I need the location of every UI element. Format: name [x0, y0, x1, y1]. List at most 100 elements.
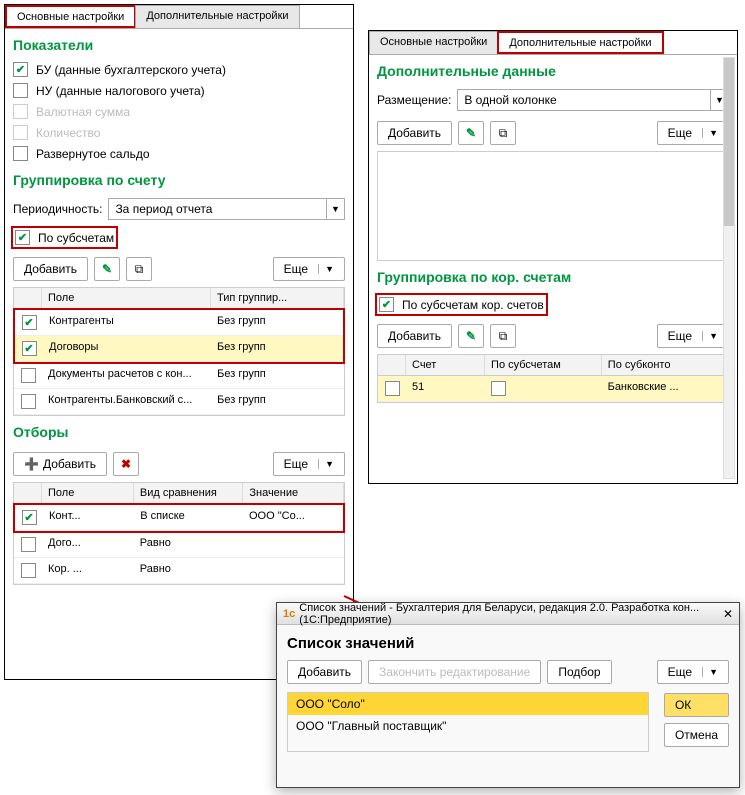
tab-main-settings[interactable]: Основные настройки: [5, 5, 136, 28]
grouping-toolbar: Добавить ✎ ⧉ Еще▼: [5, 251, 353, 287]
filters-title: Отборы: [13, 424, 353, 440]
indicator-saldo-label: Развернутое сальдо: [36, 147, 150, 161]
filter-row-highlight: Конт... В списке ООО "Со...: [13, 503, 345, 533]
filters-toolbar: ➕ Добавить ✖ Еще▼: [5, 446, 353, 482]
delete-icon[interactable]: ✖: [113, 452, 139, 476]
dialog-add-button[interactable]: Добавить: [287, 660, 362, 684]
tab-extra-settings-right[interactable]: Дополнительные настройки: [497, 31, 663, 54]
chevron-down-icon: ▼: [702, 667, 718, 677]
filters-table-header: Поле Вид сравнения Значение: [14, 483, 344, 504]
chevron-down-icon: ▼: [318, 459, 334, 469]
chevron-down-icon: ▼: [702, 331, 718, 341]
scrollbar[interactable]: [723, 57, 735, 479]
indicators-title: Показатели: [13, 37, 353, 53]
kor-col-subk: По субконто: [602, 355, 728, 375]
list-item[interactable]: ООО "Главный поставщик": [288, 715, 648, 737]
close-icon[interactable]: ✕: [723, 607, 733, 621]
copy-icon[interactable]: ⧉: [490, 121, 516, 145]
indicator-saldo-row[interactable]: Развернутое сальдо: [5, 143, 353, 164]
kor-add-button[interactable]: Добавить: [377, 324, 452, 348]
table-row[interactable]: 51 Банковские ...: [378, 376, 728, 402]
chevron-down-icon[interactable]: ▼: [326, 199, 344, 219]
edit-icon[interactable]: ✎: [458, 324, 484, 348]
dialog-more-button[interactable]: Еще▼: [657, 660, 729, 684]
tab-extra-settings[interactable]: Дополнительные настройки: [135, 5, 299, 28]
indicator-bu-row[interactable]: БУ (данные бухгалтерского учета): [5, 59, 353, 80]
period-label: Периодичность:: [13, 202, 102, 216]
dialog-pick-button[interactable]: Подбор: [547, 660, 611, 684]
indicator-saldo-checkbox[interactable]: [13, 146, 28, 161]
table-row[interactable]: Конт... В списке ООО "Со...: [15, 505, 343, 531]
row-checkbox[interactable]: [22, 510, 37, 525]
by-subaccounts-checkbox[interactable]: [15, 230, 30, 245]
row-checkbox[interactable]: [21, 563, 36, 578]
table-row[interactable]: Дого... Равно: [14, 532, 344, 558]
grouping-add-button[interactable]: Добавить: [13, 257, 88, 281]
filters-table: Поле Вид сравнения Значение Конт... В сп…: [13, 482, 345, 585]
indicator-val-checkbox: [13, 104, 28, 119]
main-settings-panel: Основные настройки Дополнительные настро…: [4, 4, 354, 680]
edit-icon[interactable]: ✎: [458, 121, 484, 145]
row-checkbox[interactable]: [21, 394, 36, 409]
indicator-bu-label: БУ (данные бухгалтерского учета): [36, 63, 226, 77]
kor-more-button[interactable]: Еще▼: [657, 324, 729, 348]
indicator-val-row: Валютная сумма: [5, 101, 353, 122]
copy-icon[interactable]: ⧉: [126, 257, 152, 281]
kor-sub-checkbox[interactable]: [491, 381, 506, 396]
table-row[interactable]: Контрагенты.Банковский с... Без групп: [14, 389, 344, 415]
grouping-table: Поле Тип группир... Контрагенты Без груп…: [13, 287, 345, 416]
kor-by-sub-checkbox[interactable]: [379, 297, 394, 312]
row-checkbox[interactable]: [22, 341, 37, 356]
cancel-button[interactable]: Отмена: [664, 723, 729, 747]
indicator-qty-checkbox: [13, 125, 28, 140]
indicator-nu-checkbox[interactable]: [13, 83, 28, 98]
tab-main-settings-right[interactable]: Основные настройки: [369, 31, 498, 54]
table-row[interactable]: Кор. ... Равно: [14, 558, 344, 584]
row-checkbox[interactable]: [385, 381, 400, 396]
dialog-title-text: Список значений - Бухгалтерия для Белару…: [299, 602, 723, 626]
period-row: Периодичность: За период отчета ▼: [5, 194, 353, 224]
dialog-body: Список значений Добавить Закончить редак…: [277, 625, 739, 760]
edit-icon[interactable]: ✎: [94, 257, 120, 281]
extra-add-button[interactable]: Добавить: [377, 121, 452, 145]
indicator-nu-row[interactable]: НУ (данные налогового учета): [5, 80, 353, 101]
chevron-down-icon: ▼: [702, 128, 718, 138]
filters-more-button[interactable]: Еще▼: [273, 452, 345, 476]
kor-title: Группировка по кор. счетам: [377, 269, 737, 285]
kor-by-sub-highlight: По субсчетам кор. счетов: [375, 293, 548, 316]
kor-table-header: Счет По субсчетам По субконто: [378, 355, 728, 376]
table-row[interactable]: Контрагенты Без групп: [15, 310, 343, 336]
kor-col-sub: По субсчетам: [485, 355, 602, 375]
placement-select[interactable]: В одной колонке ▼: [457, 89, 729, 111]
filters-add-button[interactable]: ➕ Добавить: [13, 452, 107, 476]
grouping-more-button[interactable]: Еще▼: [273, 257, 345, 281]
filters-col-val: Значение: [243, 483, 344, 503]
period-value: За период отчета: [115, 202, 212, 216]
kor-toolbar: Добавить ✎ ⧉ Еще▼: [369, 318, 737, 354]
dialog-toolbar: Добавить Закончить редактирование Подбор…: [287, 660, 729, 684]
copy-icon[interactable]: ⧉: [490, 324, 516, 348]
extra-toolbar: Добавить ✎ ⧉ Еще▼: [369, 115, 737, 151]
left-tabs: Основные настройки Дополнительные настро…: [5, 5, 353, 29]
table-row[interactable]: Договоры Без групп: [15, 336, 343, 362]
chevron-down-icon: ▼: [318, 264, 334, 274]
extra-more-button[interactable]: Еще▼: [657, 121, 729, 145]
indicator-val-label: Валютная сумма: [36, 105, 130, 119]
ok-button[interactable]: ОК: [664, 693, 729, 717]
value-list[interactable]: ООО "Соло" ООО "Главный поставщик": [287, 692, 649, 752]
extra-data-list[interactable]: [377, 151, 729, 261]
list-item[interactable]: ООО "Соло": [288, 693, 648, 715]
grouping-rows-highlight: Контрагенты Без групп Договоры Без групп: [13, 308, 345, 364]
dialog-titlebar[interactable]: 1с Список значений - Бухгалтерия для Бел…: [277, 603, 739, 625]
row-checkbox[interactable]: [22, 315, 37, 330]
placement-label: Размещение:: [377, 93, 451, 107]
row-checkbox[interactable]: [21, 537, 36, 552]
table-row[interactable]: Документы расчетов с кон... Без групп: [14, 363, 344, 389]
placement-value: В одной колонке: [464, 93, 556, 107]
indicator-bu-checkbox[interactable]: [13, 62, 28, 77]
scrollbar-thumb[interactable]: [724, 58, 734, 226]
period-select[interactable]: За период отчета ▼: [108, 198, 345, 220]
value-list-dialog: 1с Список значений - Бухгалтерия для Бел…: [276, 602, 740, 788]
filters-col-cmp: Вид сравнения: [134, 483, 243, 503]
row-checkbox[interactable]: [21, 368, 36, 383]
